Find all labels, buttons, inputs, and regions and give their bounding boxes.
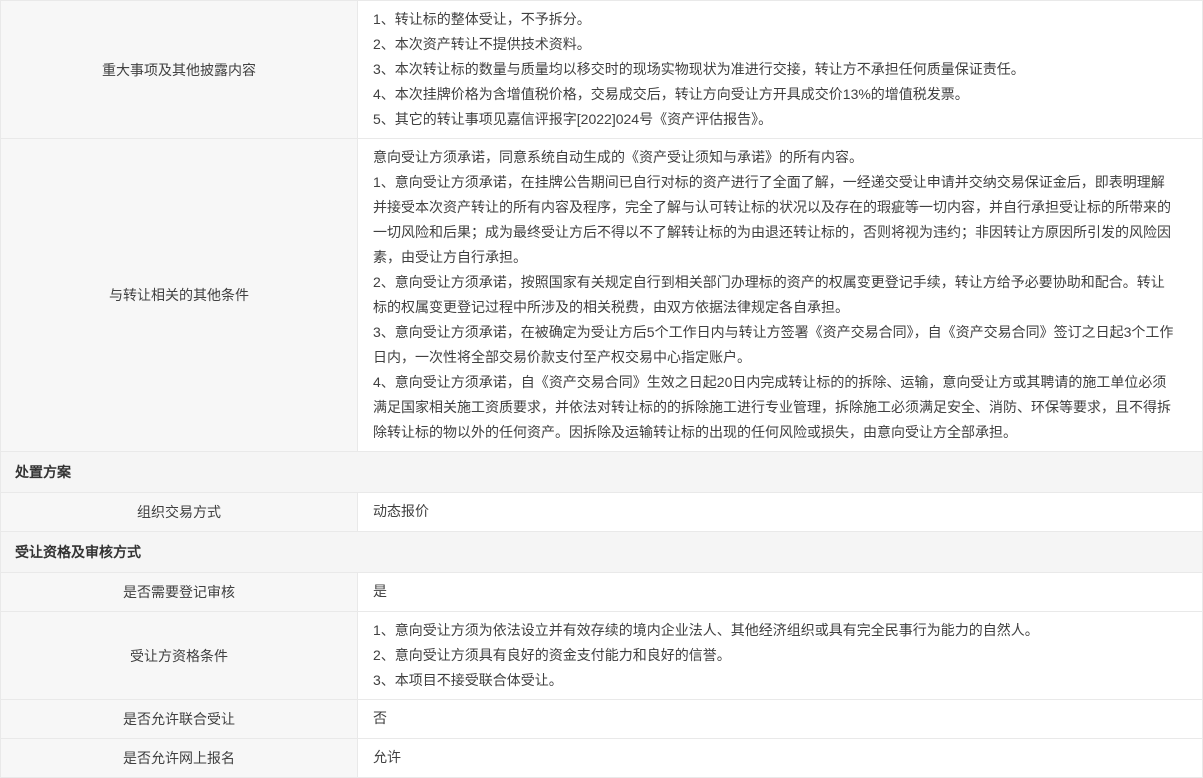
section-header-row: 受让资格及审核方式 <box>1 532 1202 573</box>
row-content: 1、转让标的整体受让，不予拆分。2、本次资产转让不提供技术资料。3、本次转让标的… <box>358 1 1202 138</box>
table-row: 受让方资格条件 1、意向受让方须为依法设立并有效存续的境内企业法人、其他经济组织或… <box>1 612 1202 700</box>
row-content: 意向受让方须承诺，同意系统自动生成的《资产受让须知与承诺》的所有内容。1、意向受… <box>358 139 1202 451</box>
content-line: 3、本项目不接受联合体受让。 <box>373 668 1178 693</box>
content-line: 5、其它的转让事项见嘉信评报字[2022]024号《资产评估报告》。 <box>373 107 1178 132</box>
row-label: 重大事项及其他披露内容 <box>1 1 358 138</box>
section-header-row: 处置方案 <box>1 452 1202 493</box>
content-line: 意向受让方须承诺，同意系统自动生成的《资产受让须知与承诺》的所有内容。 <box>373 145 1178 170</box>
content-line: 4、本次挂牌价格为含增值税价格，交易成交后，转让方向受让方开具成交价13%的增值… <box>373 82 1178 107</box>
row-label: 组织交易方式 <box>1 493 358 531</box>
table-row: 与转让相关的其他条件意向受让方须承诺，同意系统自动生成的《资产受让须知与承诺》的… <box>1 139 1202 452</box>
table-row: 组织交易方式动态报价 <box>1 493 1202 532</box>
row-content: 动态报价 <box>358 493 1202 531</box>
disclosure-table: 重大事项及其他披露内容1、转让标的整体受让，不予拆分。2、本次资产转让不提供技术… <box>0 0 1203 778</box>
content-line: 2、本次资产转让不提供技术资料。 <box>373 32 1178 57</box>
row-label: 与转让相关的其他条件 <box>1 139 358 451</box>
table-row: 重大事项及其他披露内容1、转让标的整体受让，不予拆分。2、本次资产转让不提供技术… <box>1 1 1202 139</box>
content-line: 允许 <box>373 745 1178 770</box>
content-line: 1、转让标的整体受让，不予拆分。 <box>373 7 1178 32</box>
table-row: 是否允许网上报名允许 <box>1 739 1202 778</box>
row-content: 允许 <box>358 739 1202 777</box>
content-line: 3、本次转让标的数量与质量均以移交时的现场实物现状为准进行交接，转让方不承担任何… <box>373 57 1178 82</box>
content-line: 1、意向受让方须为依法设立并有效存续的境内企业法人、其他经济组织或具有完全民事行… <box>373 618 1178 643</box>
row-label: 是否允许网上报名 <box>1 739 358 777</box>
content-line: 2、意向受让方须承诺，按照国家有关规定自行到相关部门办理标的资产的权属变更登记手… <box>373 270 1178 320</box>
row-label: 是否允许联合受让 <box>1 700 358 738</box>
row-label: 受让方资格条件 <box>1 612 358 699</box>
content-line: 否 <box>373 706 1178 731</box>
table-row: 是否允许联合受让否 <box>1 700 1202 739</box>
row-content: 1、意向受让方须为依法设立并有效存续的境内企业法人、其他经济组织或具有完全民事行… <box>358 612 1202 699</box>
content-line: 2、意向受让方须具有良好的资金支付能力和良好的信誉。 <box>373 643 1178 668</box>
section-title: 处置方案 <box>15 462 71 482</box>
content-line: 是 <box>373 579 1178 604</box>
row-label: 是否需要登记审核 <box>1 573 358 611</box>
table-row: 是否需要登记审核是 <box>1 573 1202 612</box>
content-line: 3、意向受让方须承诺，在被确定为受让方后5个工作日内与转让方签署《资产交易合同》… <box>373 320 1178 370</box>
row-content: 是 <box>358 573 1202 611</box>
content-line: 动态报价 <box>373 499 1178 524</box>
section-title: 受让资格及审核方式 <box>15 542 141 562</box>
content-line: 1、意向受让方须承诺，在挂牌公告期间已自行对标的资产进行了全面了解，一经递交受让… <box>373 170 1178 270</box>
row-content: 否 <box>358 700 1202 738</box>
content-line: 4、意向受让方须承诺，自《资产交易合同》生效之日起20日内完成转让标的的拆除、运… <box>373 370 1178 445</box>
